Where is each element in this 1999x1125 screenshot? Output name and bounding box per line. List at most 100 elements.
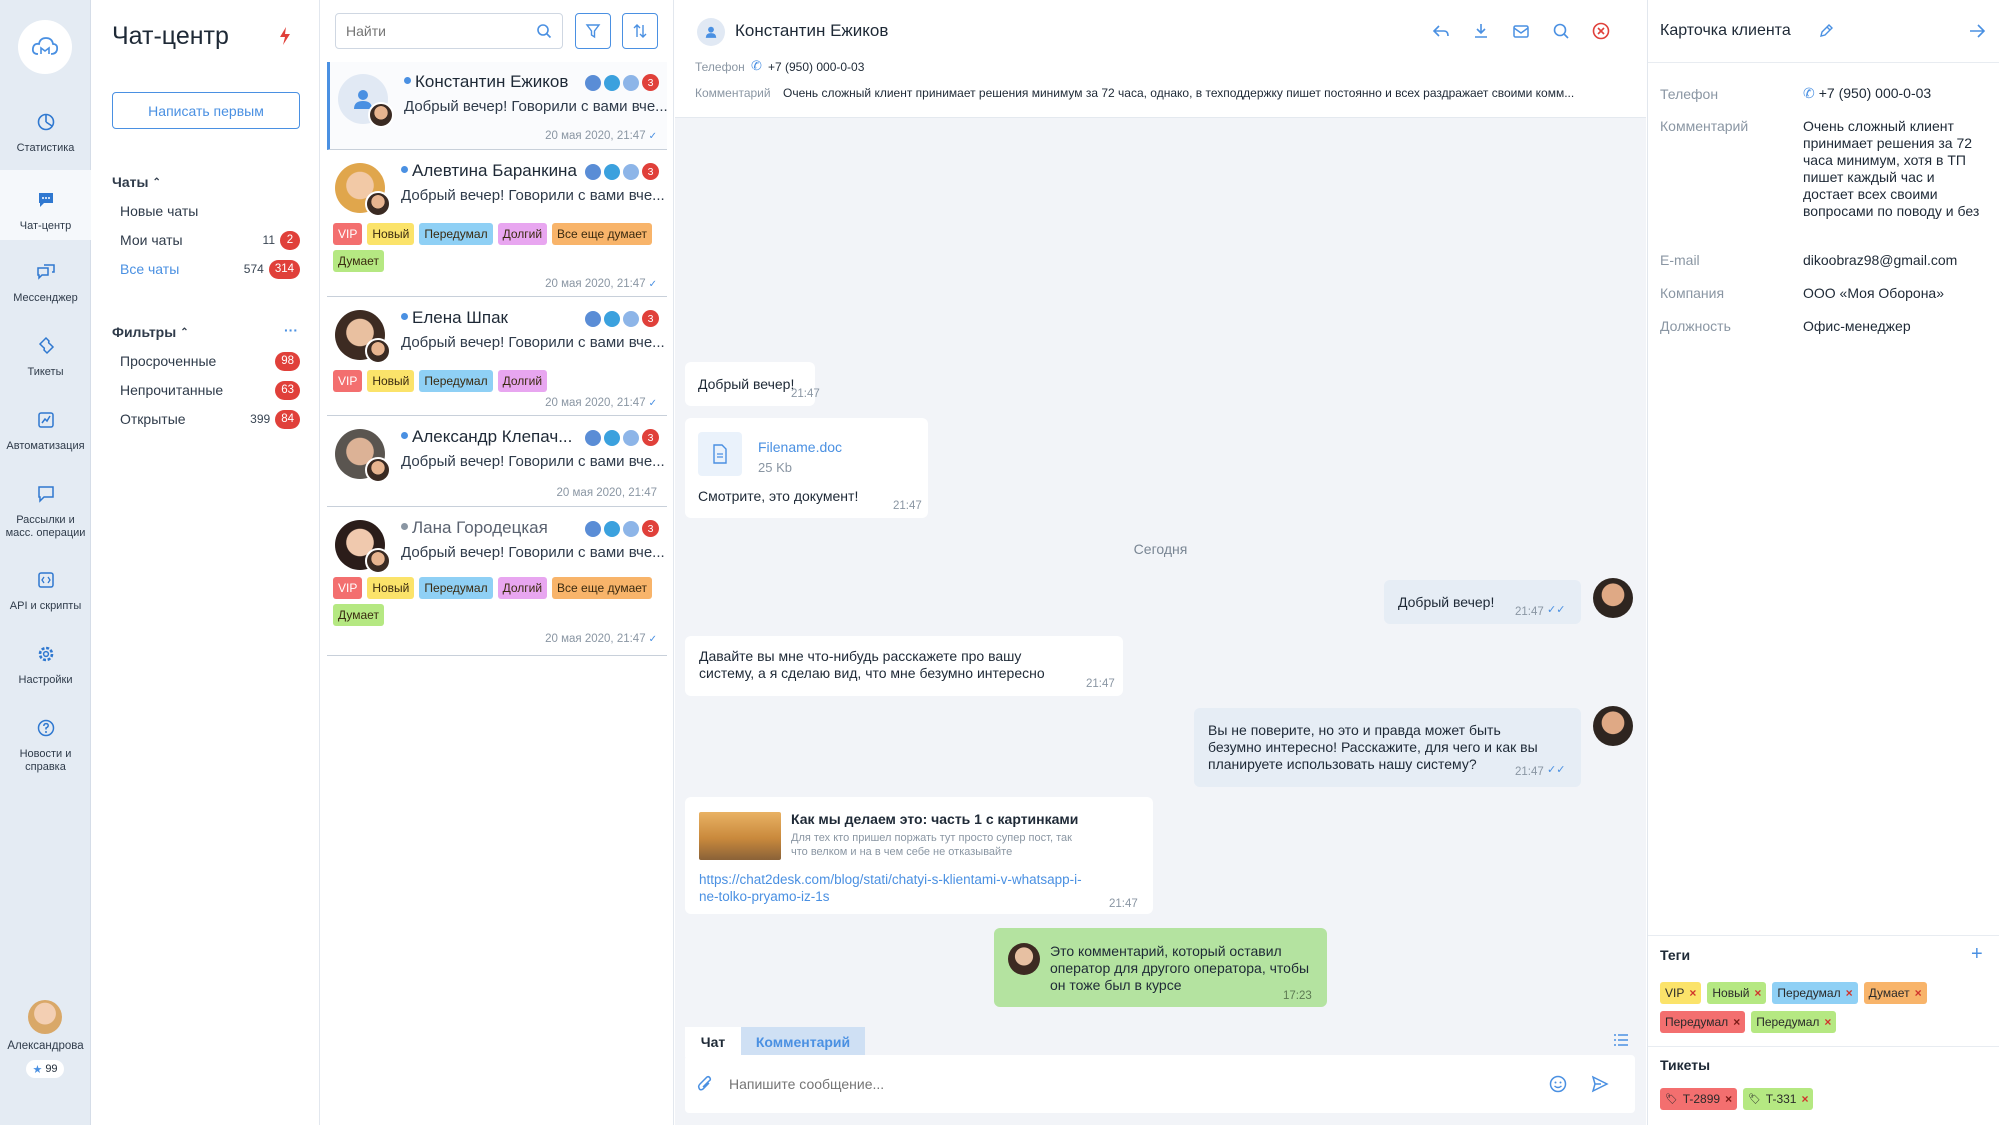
search-icon[interactable] xyxy=(1552,22,1570,40)
nav-item-chat-center[interactable]: Чат-центр xyxy=(0,170,91,240)
ticket-chip[interactable]: 🏷 T-2899 × xyxy=(1660,1088,1738,1110)
nav-item-api[interactable]: API и скрипты xyxy=(0,570,91,642)
edit-icon[interactable] xyxy=(1818,23,1834,39)
chart-pie-icon xyxy=(36,112,56,132)
document-icon[interactable] xyxy=(698,432,742,476)
filter-item-unread[interactable]: Непрочитанные 63 xyxy=(120,379,300,401)
nav-item-help[interactable]: Новости и справка xyxy=(0,718,91,790)
tag[interactable]: Думает × xyxy=(1863,982,1927,1004)
link-description: Для тех кто пришел поржать тут просто су… xyxy=(791,831,1072,859)
chat-list-item[interactable]: Константин Ежиков 3 Добрый вечер! Говори… xyxy=(327,62,668,150)
file-name-link[interactable]: Filename.doc xyxy=(758,439,842,456)
logo-icon[interactable] xyxy=(18,20,72,74)
composer-box xyxy=(685,1055,1635,1113)
remove-tag-icon[interactable]: × xyxy=(1824,1015,1831,1029)
filter-item-open[interactable]: Открытые 399 84 xyxy=(120,408,300,430)
filter-button[interactable] xyxy=(575,13,611,49)
chat-tags: VIP Новый Передумал Долгий Все еще думае… xyxy=(333,577,663,626)
chat-list-item[interactable]: Лана Городецкая 3 Добрый вечер! Говорили… xyxy=(327,508,667,656)
lightning-icon[interactable] xyxy=(278,26,292,46)
tag[interactable]: Передумал × xyxy=(1660,1011,1746,1033)
chat-preview: Добрый вечер! Говорили с вами вче... xyxy=(401,544,665,561)
ticket-chip[interactable]: 🏷 T-331 × xyxy=(1743,1088,1814,1110)
item-count: 574 xyxy=(243,262,264,276)
close-chat-icon[interactable] xyxy=(1592,22,1610,40)
outgoing-message: Вы не поверите, но это и правда может бы… xyxy=(1194,708,1581,787)
header-actions xyxy=(1432,22,1610,40)
ticket-label: T-331 xyxy=(1765,1092,1797,1106)
remove-tag-icon[interactable]: × xyxy=(1754,986,1761,1000)
download-icon[interactable] xyxy=(1472,22,1490,40)
field-value: +7 (950) 000-0-03 xyxy=(1818,85,1932,101)
card-title: Карточка клиента xyxy=(1660,22,1791,39)
client-card: Карточка клиента Телефон ✆ +7 (950) 000-0… xyxy=(1647,0,1999,1125)
message-input[interactable] xyxy=(729,1069,1529,1099)
chat-list-item[interactable]: Елена Шпак 3 Добрый вечер! Говорили с ва… xyxy=(327,298,667,416)
phone-field[interactable]: ✆ +7 (950) 000-0-03 xyxy=(1803,85,1931,102)
sidebar-item-new-chats[interactable]: Новые чаты xyxy=(120,200,300,222)
remove-tag-icon[interactable]: × xyxy=(1689,986,1696,1000)
operator-avatar xyxy=(365,191,391,217)
tag[interactable]: VIP × xyxy=(1660,982,1702,1004)
tag: VIP xyxy=(333,577,363,599)
tag[interactable]: Передумал × xyxy=(1751,1011,1837,1033)
message-text: Добрый вечер! xyxy=(1398,594,1495,610)
mail-icon[interactable] xyxy=(1512,22,1530,40)
tab-comment[interactable]: Комментарий xyxy=(741,1027,865,1057)
nav-label: Автоматизация xyxy=(6,440,85,452)
search-input[interactable] xyxy=(346,23,536,39)
search-box[interactable] xyxy=(335,13,563,49)
nav-item-tickets[interactable]: Тикеты xyxy=(0,336,91,408)
more-options-icon[interactable]: ··· xyxy=(284,322,298,338)
search-icon[interactable] xyxy=(536,23,552,39)
code-icon xyxy=(36,570,56,590)
list-icon[interactable] xyxy=(1613,1033,1629,1047)
chat-name: Александр Клепач... xyxy=(412,427,573,446)
comment-author-avatar xyxy=(1008,943,1040,975)
filter-item-overdue[interactable]: Просроченные 98 xyxy=(120,350,300,372)
message-time: 21:47 xyxy=(1109,898,1138,910)
tag[interactable]: Передумал × xyxy=(1772,982,1858,1004)
nav-item-mailings[interactable]: Рассылки и масс. операции xyxy=(0,484,91,556)
filters-section-header[interactable]: Фильтры ⌃ xyxy=(112,324,189,340)
tag[interactable]: Новый × xyxy=(1707,982,1767,1004)
link-url[interactable]: https://chat2desk.com/blog/stati/chatyi-… xyxy=(699,871,1082,905)
nav-label: Настройки xyxy=(18,674,73,686)
comment-time: 17:23 xyxy=(1283,990,1312,1002)
nav-item-automation[interactable]: Автоматизация xyxy=(0,410,91,482)
channel-icons: 3 xyxy=(585,429,659,446)
telegram-icon xyxy=(604,520,620,537)
client-avatar xyxy=(697,18,725,46)
remove-tag-icon[interactable]: × xyxy=(1846,986,1853,1000)
remove-tag-icon[interactable]: × xyxy=(1915,986,1922,1000)
read-check-icon: ✓ xyxy=(648,130,657,142)
user-avatar[interactable] xyxy=(28,1000,62,1034)
tag: Передумал xyxy=(419,223,493,245)
add-tag-icon[interactable]: + xyxy=(1971,943,1983,966)
read-check-icon: ✓ xyxy=(648,278,657,290)
channel-icons: 3 xyxy=(585,520,659,537)
emoji-icon[interactable] xyxy=(1549,1075,1567,1093)
chats-section-header[interactable]: Чаты ⌃ xyxy=(112,174,161,190)
attach-icon[interactable] xyxy=(697,1075,713,1093)
chat-name: Алевтина Баранкина xyxy=(412,161,577,180)
operator-avatar xyxy=(365,457,391,483)
remove-ticket-icon[interactable]: × xyxy=(1801,1092,1808,1106)
sidebar-item-all-chats[interactable]: Все чаты 574 314 xyxy=(120,258,300,280)
nav-item-settings[interactable]: Настройки xyxy=(0,644,91,716)
remove-tag-icon[interactable]: × xyxy=(1733,1015,1740,1029)
chat-list-item[interactable]: Алевтина Баранкина 3 Добрый вечер! Говор… xyxy=(327,151,667,297)
send-icon[interactable] xyxy=(1591,1075,1609,1093)
field-value: ООО «Моя Оборона» xyxy=(1803,285,1944,301)
field-value: Очень сложный клиент принимает решения з… xyxy=(1803,118,1980,219)
sidebar-item-my-chats[interactable]: Мои чаты 11 2 xyxy=(120,229,300,251)
reply-icon[interactable] xyxy=(1432,22,1450,40)
nav-item-messenger[interactable]: Мессенджер xyxy=(0,262,91,334)
write-first-button[interactable]: Написать первым xyxy=(112,92,300,129)
phone-label: Телефон xyxy=(695,60,745,74)
sort-button[interactable] xyxy=(622,13,658,49)
tab-chat[interactable]: Чат xyxy=(685,1027,741,1057)
remove-ticket-icon[interactable]: × xyxy=(1725,1092,1732,1106)
arrow-right-icon[interactable] xyxy=(1968,22,1986,40)
chat-list-item[interactable]: Александр Клепач... 3 Добрый вечер! Гово… xyxy=(327,417,667,507)
